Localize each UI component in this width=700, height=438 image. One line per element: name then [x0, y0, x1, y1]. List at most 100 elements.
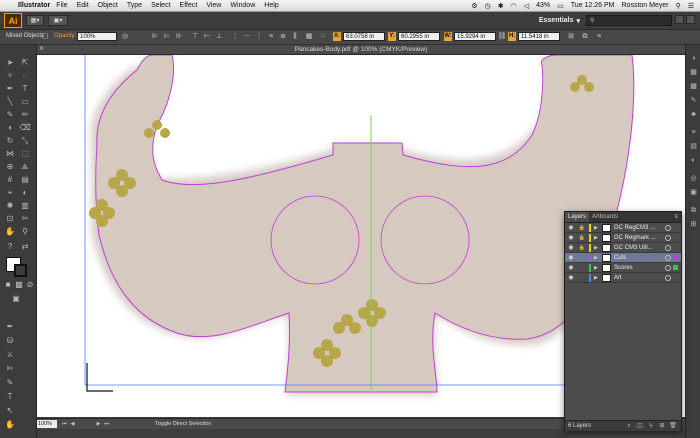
width-tool-icon[interactable]: ⋈ — [4, 148, 16, 159]
layer-name[interactable]: GC Regmark ... — [614, 233, 664, 243]
distribute-icon[interactable]: ⋮ — [230, 32, 240, 41]
slice-tool-icon[interactable]: ✂ — [19, 213, 31, 224]
symbols-icon[interactable]: ♣ — [688, 109, 699, 120]
pen-add-icon[interactable]: ✎ — [4, 377, 16, 388]
text-icon[interactable]: T — [4, 391, 16, 402]
gradient-panel-icon[interactable]: ▤ — [688, 141, 699, 152]
visibility-eye-icon[interactable]: ◉ — [567, 254, 575, 262]
selection-indicator[interactable] — [673, 255, 678, 260]
distribute-spacing-icon[interactable]: ⫼ — [290, 32, 300, 41]
visibility-eye-icon[interactable]: ◉ — [567, 244, 575, 252]
width-field[interactable]: 15.9294 in — [454, 32, 496, 41]
visibility-eye-icon[interactable]: ◉ — [567, 234, 575, 242]
appearance-icon[interactable]: ◎ — [688, 173, 699, 184]
pencil-icon[interactable]: ✏ — [19, 109, 31, 120]
isolate-icon[interactable]: ⧉ — [580, 32, 590, 41]
selection-tool-icon[interactable]: ➤ — [4, 57, 16, 68]
layer-row[interactable]: ◉ 🔒 ▶ GC Regmark ... — [565, 233, 681, 243]
direct-selection-tool-icon[interactable]: ⇱ — [19, 57, 31, 68]
line-tool-icon[interactable]: ╲ — [4, 96, 16, 107]
menu-view[interactable]: View — [206, 2, 221, 9]
eraser-icon[interactable]: ⌫ — [19, 122, 31, 133]
bridge-button[interactable]: ▦▾ — [26, 15, 44, 26]
tab-layers[interactable]: Layers — [565, 212, 590, 222]
distribute-v-icon[interactable]: ⁞ — [254, 32, 264, 41]
hand-icon[interactable]: ✋ — [4, 419, 16, 430]
y-label[interactable]: Y: — [388, 32, 396, 41]
align-to-icon[interactable]: ▦ — [304, 32, 314, 41]
status-text[interactable]: Toggle Direct Selection — [155, 420, 211, 428]
expand-triangle-icon[interactable]: ▶ — [594, 254, 600, 262]
color-guide-icon[interactable]: ▦ — [688, 67, 699, 78]
menu-select[interactable]: Select — [151, 2, 170, 9]
recolor-icon[interactable]: ◎ — [120, 32, 130, 41]
opacity-label[interactable]: Opacity: — [54, 33, 76, 39]
layer-name[interactable]: GC RegCM3 ... — [614, 223, 664, 233]
menu-edit[interactable]: Edit — [77, 2, 89, 9]
lasso-icon[interactable]: ◌ — [19, 70, 31, 81]
transform-icon[interactable]: ⊞ — [566, 32, 576, 41]
constrain-link-icon[interactable]: ⛓ — [497, 32, 507, 41]
zoom-tool-icon[interactable]: ⚲ — [19, 226, 31, 237]
swap-colors-icon[interactable]: ⇄ — [19, 241, 31, 252]
distribute-center-icon[interactable]: ≣ — [278, 32, 288, 41]
align-left-icon[interactable]: ⊫ — [150, 32, 160, 41]
pen-tool-icon[interactable]: ✒ — [4, 83, 16, 94]
stroke-swatch-icon[interactable]: ▢ — [40, 32, 50, 41]
distribute-space-icon[interactable]: ≡ — [266, 32, 276, 41]
align-top-icon[interactable]: ⊤ — [190, 32, 200, 41]
opacity-field[interactable]: 100% — [77, 32, 117, 41]
panel-menu-icon[interactable]: ≡ — [674, 212, 678, 222]
screen-mode-icon[interactable]: ▣ — [10, 293, 22, 304]
paintbrush-icon[interactable]: ✎ — [4, 109, 16, 120]
transparency-icon[interactable]: ◐ — [688, 155, 699, 166]
arrange-documents-button[interactable]: ▣▾ — [48, 15, 68, 26]
lock-icon[interactable]: 🔒 — [578, 244, 586, 252]
lock-icon[interactable]: 🔒 — [578, 224, 586, 232]
gradient-tool-icon[interactable]: ▤ — [19, 174, 31, 185]
x-position-field[interactable]: 63.0758 in — [343, 32, 385, 41]
x-label[interactable]: X: — [333, 32, 341, 41]
search-icon[interactable]: ⚲ — [676, 2, 681, 10]
perspective-grid-icon[interactable]: ⟁ — [19, 161, 31, 172]
arrow-icon[interactable]: ↖ — [4, 405, 16, 416]
bluetooth-icon[interactable]: ✱ — [498, 2, 504, 10]
layer-row[interactable]: ◉ 🔒 ▶ GC RegCM3 ... — [565, 223, 681, 233]
rectangle-tool-icon[interactable]: ▭ — [19, 96, 31, 107]
tab-artboards[interactable]: Artboards — [589, 212, 621, 222]
paint-bucket-icon[interactable]: ⛁ — [4, 335, 16, 346]
layer-row[interactable]: ◉ 🔒 ▶ GC CM3 Util... — [565, 243, 681, 253]
menu-help[interactable]: Help — [264, 2, 278, 9]
battery-icon[interactable]: ▭ — [557, 2, 564, 10]
prev-artboard-icon[interactable]: ◀ — [69, 420, 76, 428]
align-middle-icon[interactable]: ⊢ — [202, 32, 212, 41]
menu-effect[interactable]: Effect — [180, 2, 198, 9]
body-shape[interactable] — [95, 55, 635, 393]
layer-row-selected[interactable]: ◉ ▶ Cuts — [565, 253, 681, 263]
none-mode-icon[interactable]: ⊘ — [24, 279, 36, 290]
panel-menu-icon[interactable]: ≡ — [594, 32, 604, 41]
distribute-h-icon[interactable]: ⋯ — [242, 32, 252, 41]
expand-triangle-icon[interactable]: ▶ — [594, 224, 600, 232]
graphic-styles-icon[interactable]: ▣ — [688, 187, 699, 198]
layers-panel-icon[interactable]: ⧉ — [688, 205, 699, 216]
target-circle-icon[interactable] — [665, 255, 671, 261]
last-artboard-icon[interactable]: ⏭ — [103, 420, 110, 428]
y-position-field[interactable]: 60.2955 in — [398, 32, 440, 41]
scale-tool-icon[interactable]: ⤡ — [19, 135, 31, 146]
expand-triangle-icon[interactable]: ▶ — [594, 274, 600, 282]
target-circle-icon[interactable] — [665, 225, 671, 231]
eyedropper-icon[interactable]: ⌖ — [4, 187, 16, 198]
clock-status-icon[interactable]: ◷ — [485, 2, 491, 10]
first-artboard-icon[interactable]: ⏮ — [61, 420, 68, 428]
new-sublayer-icon[interactable]: ↳ — [647, 422, 655, 430]
pen-anchor-icon[interactable]: ✒ — [4, 321, 16, 332]
delete-layer-icon[interactable]: 🗑 — [669, 422, 677, 430]
align-right-icon[interactable]: ⊪ — [174, 32, 184, 41]
wifi-icon[interactable]: ◠ — [511, 2, 517, 10]
new-layer-icon[interactable]: ⊞ — [658, 422, 666, 430]
gear-icon[interactable]: ⚙ — [471, 2, 477, 10]
magic-wand-icon[interactable]: ✧ — [4, 70, 16, 81]
hand-tool-icon[interactable]: ✋ — [4, 226, 16, 237]
swatches-icon[interactable]: ▩ — [688, 81, 699, 92]
